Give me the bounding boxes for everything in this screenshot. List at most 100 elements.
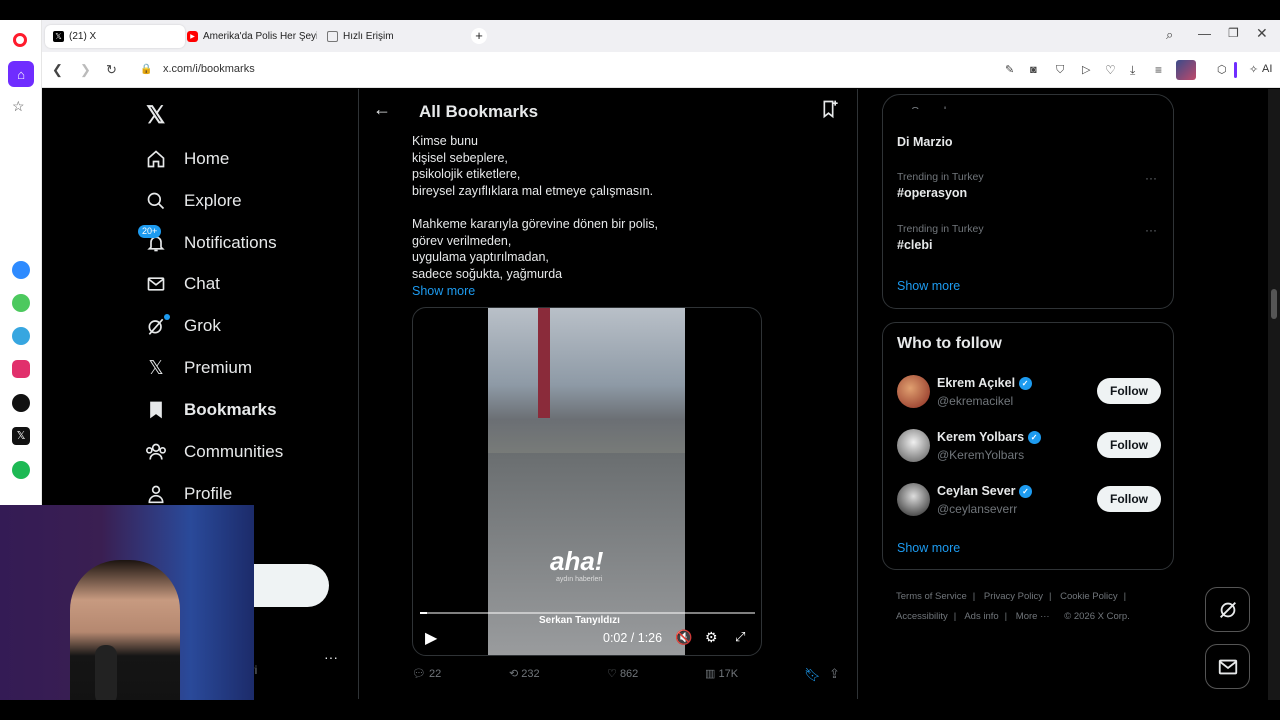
- opera-logo-icon[interactable]: [13, 33, 27, 47]
- extensions-icon[interactable]: ⬡: [1217, 62, 1227, 78]
- trend-item[interactable]: Trending in Turkey #operasyon ···: [897, 171, 1157, 200]
- reply-button[interactable]: 💬︎ 22: [412, 667, 441, 680]
- who-title: Who to follow: [897, 335, 1002, 352]
- nav-label: Profile: [184, 484, 233, 503]
- tab-youtube[interactable]: ▶ Amerika'da Polis Her Şeyi: [187, 25, 317, 48]
- new-tab-icon[interactable]: +: [471, 28, 487, 44]
- follow-button[interactable]: Follow: [1097, 432, 1161, 458]
- star-icon[interactable]: ☆: [12, 98, 25, 115]
- youtube-favicon-icon: ▶: [187, 31, 198, 42]
- tweet-line: sadece soğukta, yağmurda: [412, 266, 563, 281]
- grid-icon: [327, 31, 338, 42]
- whatsapp-icon[interactable]: [12, 294, 30, 312]
- close-window-icon[interactable]: ✕: [1256, 25, 1268, 42]
- nav-premium[interactable]: 𝕏 Premium: [144, 350, 252, 386]
- more-dots-icon[interactable]: ···: [1145, 223, 1157, 237]
- messages-float-button[interactable]: [1205, 644, 1250, 689]
- bottom-bar: [0, 700, 1280, 720]
- footer-link[interactable]: Terms of Service: [896, 591, 967, 602]
- watermark-logo: aha!: [550, 546, 604, 576]
- new-folder-icon[interactable]: [821, 99, 841, 124]
- footer-link[interactable]: Cookie Policy: [1060, 591, 1118, 602]
- user-name: Ceylan Sever: [937, 484, 1016, 498]
- menu-icon[interactable]: ≡: [1155, 62, 1162, 78]
- bookmark-button[interactable]: 🔖︎: [804, 667, 821, 683]
- workspace-home-icon[interactable]: ⌂: [8, 61, 34, 87]
- heart-icon[interactable]: ♡: [1105, 62, 1116, 78]
- trends-show-more[interactable]: Show more: [897, 279, 960, 293]
- follow-button[interactable]: Follow: [1097, 486, 1161, 512]
- footer-link[interactable]: More ···: [1016, 611, 1050, 622]
- play-icon[interactable]: ▶: [425, 628, 437, 648]
- instagram-icon[interactable]: [12, 360, 30, 378]
- repost-button[interactable]: ⟲ 232: [509, 667, 540, 680]
- tiktok-icon[interactable]: [12, 394, 30, 412]
- fullscreen-icon[interactable]: ⤢: [735, 629, 745, 645]
- who-show-more[interactable]: Show more: [897, 541, 960, 555]
- more-dots-icon[interactable]: ···: [1145, 171, 1157, 185]
- nav-communities[interactable]: Communities: [144, 434, 283, 470]
- ai-label[interactable]: AI: [1262, 63, 1272, 75]
- heart-icon: ♡: [607, 668, 617, 680]
- follow-suggestion[interactable]: Ceylan Sever ✓ @ceylanseverr Follow: [897, 483, 1161, 521]
- search-tabs-icon[interactable]: ⌕: [1166, 27, 1173, 43]
- tweet-actions: 💬︎ 22 ⟲ 232 ♡ 862 ▥ 17K 🔖︎ ⇪: [412, 666, 842, 687]
- video-caption: Serkan Tanyıldızı: [539, 615, 620, 626]
- spotify-icon[interactable]: [12, 461, 30, 479]
- profile-avatar[interactable]: [1176, 60, 1196, 80]
- nav-explore[interactable]: Explore: [144, 183, 242, 219]
- footer-link[interactable]: Accessibility: [896, 611, 948, 622]
- telegram-icon[interactable]: [12, 327, 30, 345]
- nav-home[interactable]: Home: [144, 141, 229, 177]
- shield-icon[interactable]: ⛉: [1056, 62, 1064, 78]
- grok-float-button[interactable]: [1205, 587, 1250, 632]
- follow-suggestion[interactable]: Kerem Yolbars ✓ @KeremYolbars Follow: [897, 429, 1161, 467]
- reload-icon[interactable]: ↻: [106, 62, 117, 78]
- more-dots-icon[interactable]: ···: [324, 649, 338, 665]
- back-arrow-icon[interactable]: ←: [373, 99, 391, 120]
- restore-icon[interactable]: ❐: [1228, 26, 1239, 40]
- page-scrollbar[interactable]: [1268, 89, 1280, 700]
- settings-gear-icon[interactable]: ⚙: [705, 629, 718, 646]
- back-icon[interactable]: ❮: [52, 62, 63, 78]
- video-player[interactable]: aha! aydın haberleri Serkan Tanyıldızı ▶…: [412, 307, 762, 656]
- trend-item[interactable]: Trending in Turkey #clebi ···: [897, 223, 1157, 252]
- x-app-icon[interactable]: 𝕏: [12, 427, 30, 445]
- edit-icon[interactable]: ✎: [1005, 62, 1014, 78]
- nav-label: Grok: [184, 316, 221, 335]
- follow-button[interactable]: Follow: [1097, 378, 1161, 404]
- nav-chat[interactable]: Chat: [144, 266, 220, 302]
- x-logo-icon[interactable]: 𝕏: [146, 101, 165, 130]
- follow-suggestion[interactable]: Ekrem Açıkel ✓ @ekremacikel Follow: [897, 375, 1161, 413]
- like-button[interactable]: ♡ 862: [607, 667, 638, 680]
- show-more-link[interactable]: Show more: [412, 283, 658, 300]
- views-button[interactable]: ▥ 17K: [705, 667, 738, 680]
- nav-notifications[interactable]: 20+ Notifications: [138, 225, 277, 261]
- nav-bookmarks[interactable]: Bookmarks: [144, 392, 277, 428]
- mute-icon[interactable]: 🔇: [675, 629, 692, 646]
- share-icon[interactable]: ⇪: [829, 666, 840, 682]
- camera-icon[interactable]: ◙: [1030, 62, 1037, 78]
- footer-link[interactable]: Ads info: [964, 611, 998, 622]
- footer-link[interactable]: Privacy Policy: [984, 591, 1043, 602]
- minimize-icon[interactable]: —: [1198, 26, 1211, 41]
- ai-sparkle-icon[interactable]: ✧: [1249, 62, 1258, 78]
- download-icon[interactable]: ⤓: [1130, 62, 1135, 78]
- nav-grok[interactable]: Grok: [144, 308, 221, 344]
- messenger-icon[interactable]: [12, 261, 30, 279]
- trend-name: #clebi: [897, 238, 933, 252]
- tab-speed-dial[interactable]: Hızlı Erişim: [327, 25, 467, 48]
- views-icon: ▥: [705, 668, 716, 680]
- tweet-line: uygulama yaptırılmadan,: [412, 250, 549, 265]
- progress-track[interactable]: [420, 612, 755, 614]
- trend-item[interactable]: Di Marzio: [897, 135, 953, 149]
- repost-icon: ⟲: [509, 668, 519, 680]
- copyright: © 2026 X Corp.: [1064, 611, 1130, 622]
- microphone: [95, 645, 117, 705]
- forward-icon[interactable]: ❯: [80, 62, 91, 78]
- tab-x[interactable]: 𝕏 (21) X: [45, 25, 185, 48]
- x-favicon-icon: 𝕏: [53, 31, 64, 42]
- send-icon[interactable]: ▷: [1082, 62, 1090, 78]
- url-field[interactable]: x.com/i/bookmarks: [163, 63, 255, 75]
- scrollbar-thumb[interactable]: [1271, 289, 1277, 319]
